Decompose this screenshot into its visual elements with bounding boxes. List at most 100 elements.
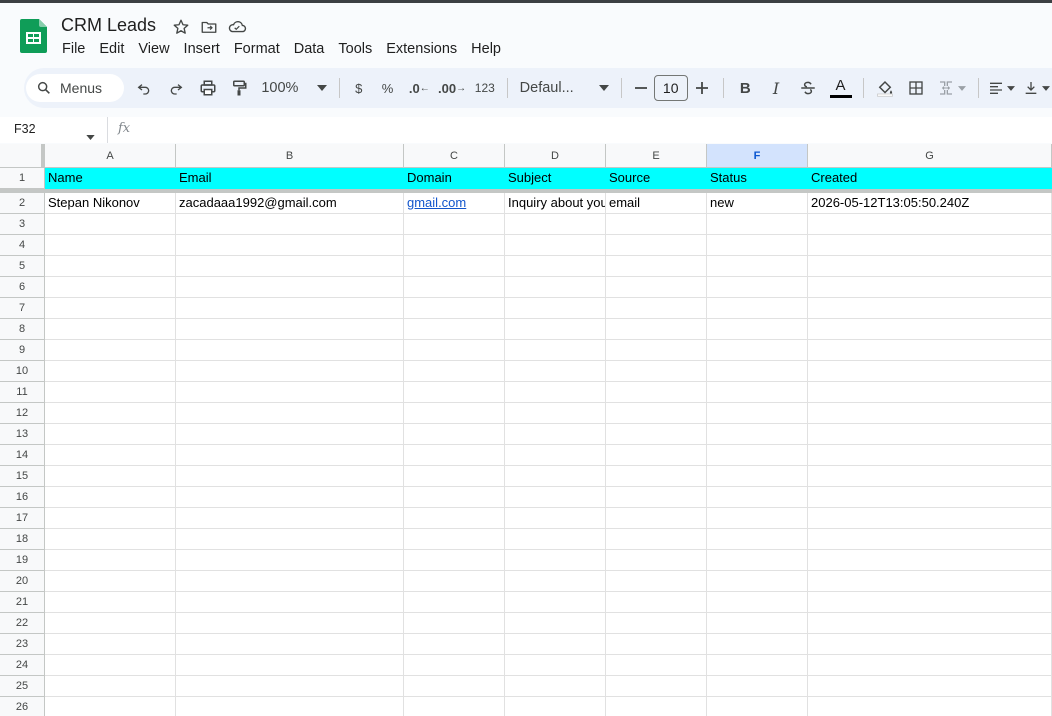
cell-e22[interactable]	[606, 613, 707, 634]
column-header-b[interactable]: B	[176, 144, 404, 168]
more-formats-button[interactable]: 123	[469, 74, 501, 102]
cell-e12[interactable]	[606, 403, 707, 424]
cell-c9[interactable]	[404, 340, 505, 361]
cell-d20[interactable]	[505, 571, 606, 592]
cell-d13[interactable]	[505, 424, 606, 445]
cell-e14[interactable]	[606, 445, 707, 466]
cell-b21[interactable]	[176, 592, 404, 613]
cell-e15[interactable]	[606, 466, 707, 487]
cell-a14[interactable]	[45, 445, 176, 466]
cell-c12[interactable]	[404, 403, 505, 424]
merge-cells-icon[interactable]	[932, 74, 972, 102]
cell-c15[interactable]	[404, 466, 505, 487]
cell-g6[interactable]	[808, 277, 1052, 298]
star-icon[interactable]	[170, 16, 192, 38]
cell-b7[interactable]	[176, 298, 404, 319]
cell-b14[interactable]	[176, 445, 404, 466]
cell-a10[interactable]	[45, 361, 176, 382]
bold-icon[interactable]: B	[730, 74, 760, 102]
row-number[interactable]: 13	[0, 424, 45, 445]
cell-e6[interactable]	[606, 277, 707, 298]
cell-g20[interactable]	[808, 571, 1052, 592]
horizontal-align-icon[interactable]	[985, 74, 1019, 102]
vertical-align-icon[interactable]	[1018, 74, 1052, 102]
cell-e2[interactable]: email	[606, 193, 707, 214]
row-number[interactable]: 18	[0, 529, 45, 550]
cell-g11[interactable]	[808, 382, 1052, 403]
cell-d17[interactable]	[505, 508, 606, 529]
cell-e3[interactable]	[606, 214, 707, 235]
cell-e18[interactable]	[606, 529, 707, 550]
cell-f13[interactable]	[707, 424, 808, 445]
name-box[interactable]: F32	[14, 122, 36, 136]
row-number[interactable]: 8	[0, 319, 45, 340]
cell-c24[interactable]	[404, 655, 505, 676]
borders-icon[interactable]	[900, 74, 932, 102]
cell-f9[interactable]	[707, 340, 808, 361]
cell-g23[interactable]	[808, 634, 1052, 655]
cell-c7[interactable]	[404, 298, 505, 319]
cell-g22[interactable]	[808, 613, 1052, 634]
column-header-f[interactable]: F	[707, 144, 808, 168]
cell-c3[interactable]	[404, 214, 505, 235]
italic-icon[interactable]: I	[760, 74, 792, 102]
font-family-select[interactable]: Defaul...	[514, 74, 615, 102]
cell-f24[interactable]	[707, 655, 808, 676]
text-color-icon[interactable]: A	[824, 74, 858, 102]
row-number[interactable]: 9	[0, 340, 45, 361]
search-menus-button[interactable]: Menus	[26, 74, 125, 102]
cell-d15[interactable]	[505, 466, 606, 487]
cell-e13[interactable]	[606, 424, 707, 445]
cell-e11[interactable]	[606, 382, 707, 403]
cell-a24[interactable]	[45, 655, 176, 676]
cell-e1[interactable]: Source	[606, 168, 707, 189]
cell-g4[interactable]	[808, 235, 1052, 256]
cell-d1[interactable]: Subject	[505, 168, 606, 189]
cell-f8[interactable]	[707, 319, 808, 340]
increase-decimal-button[interactable]: .00 →	[435, 74, 469, 102]
row-number[interactable]: 19	[0, 550, 45, 571]
cell-b5[interactable]	[176, 256, 404, 277]
percent-format-button[interactable]: %	[372, 74, 404, 102]
cell-d6[interactable]	[505, 277, 606, 298]
cell-e23[interactable]	[606, 634, 707, 655]
cell-c13[interactable]	[404, 424, 505, 445]
cell-f12[interactable]	[707, 403, 808, 424]
cell-d14[interactable]	[505, 445, 606, 466]
cell-a11[interactable]	[45, 382, 176, 403]
cell-b11[interactable]	[176, 382, 404, 403]
cell-f2[interactable]: new	[707, 193, 808, 214]
plus-icon[interactable]	[688, 74, 718, 102]
cell-f22[interactable]	[707, 613, 808, 634]
cell-a26[interactable]	[45, 697, 176, 716]
row-number[interactable]: 10	[0, 361, 45, 382]
cell-e4[interactable]	[606, 235, 707, 256]
cell-d2[interactable]: Inquiry about your	[505, 193, 606, 214]
cell-d9[interactable]	[505, 340, 606, 361]
cell-b2[interactable]: zacadaaa1992@gmail.com	[176, 193, 404, 214]
cell-a12[interactable]	[45, 403, 176, 424]
cell-d21[interactable]	[505, 592, 606, 613]
cell-f11[interactable]	[707, 382, 808, 403]
cell-c25[interactable]	[404, 676, 505, 697]
column-header-c[interactable]: C	[404, 144, 505, 168]
cell-b24[interactable]	[176, 655, 404, 676]
cell-g16[interactable]	[808, 487, 1052, 508]
cell-d5[interactable]	[505, 256, 606, 277]
cell-a5[interactable]	[45, 256, 176, 277]
cell-e5[interactable]	[606, 256, 707, 277]
cell-g14[interactable]	[808, 445, 1052, 466]
spreadsheet-grid[interactable]: A B C D E F G 1 Name Email Domain Subjec…	[0, 144, 1052, 716]
row-number[interactable]: 1	[0, 168, 45, 189]
cell-d3[interactable]	[505, 214, 606, 235]
row-number[interactable]: 26	[0, 697, 45, 716]
column-header-g[interactable]: G	[808, 144, 1052, 168]
cell-c1[interactable]: Domain	[404, 168, 505, 189]
cell-g26[interactable]	[808, 697, 1052, 716]
cell-c23[interactable]	[404, 634, 505, 655]
row-number[interactable]: 21	[0, 592, 45, 613]
cell-f23[interactable]	[707, 634, 808, 655]
menu-extensions[interactable]: Extensions	[379, 40, 464, 58]
cell-c16[interactable]	[404, 487, 505, 508]
row-number[interactable]: 25	[0, 676, 45, 697]
